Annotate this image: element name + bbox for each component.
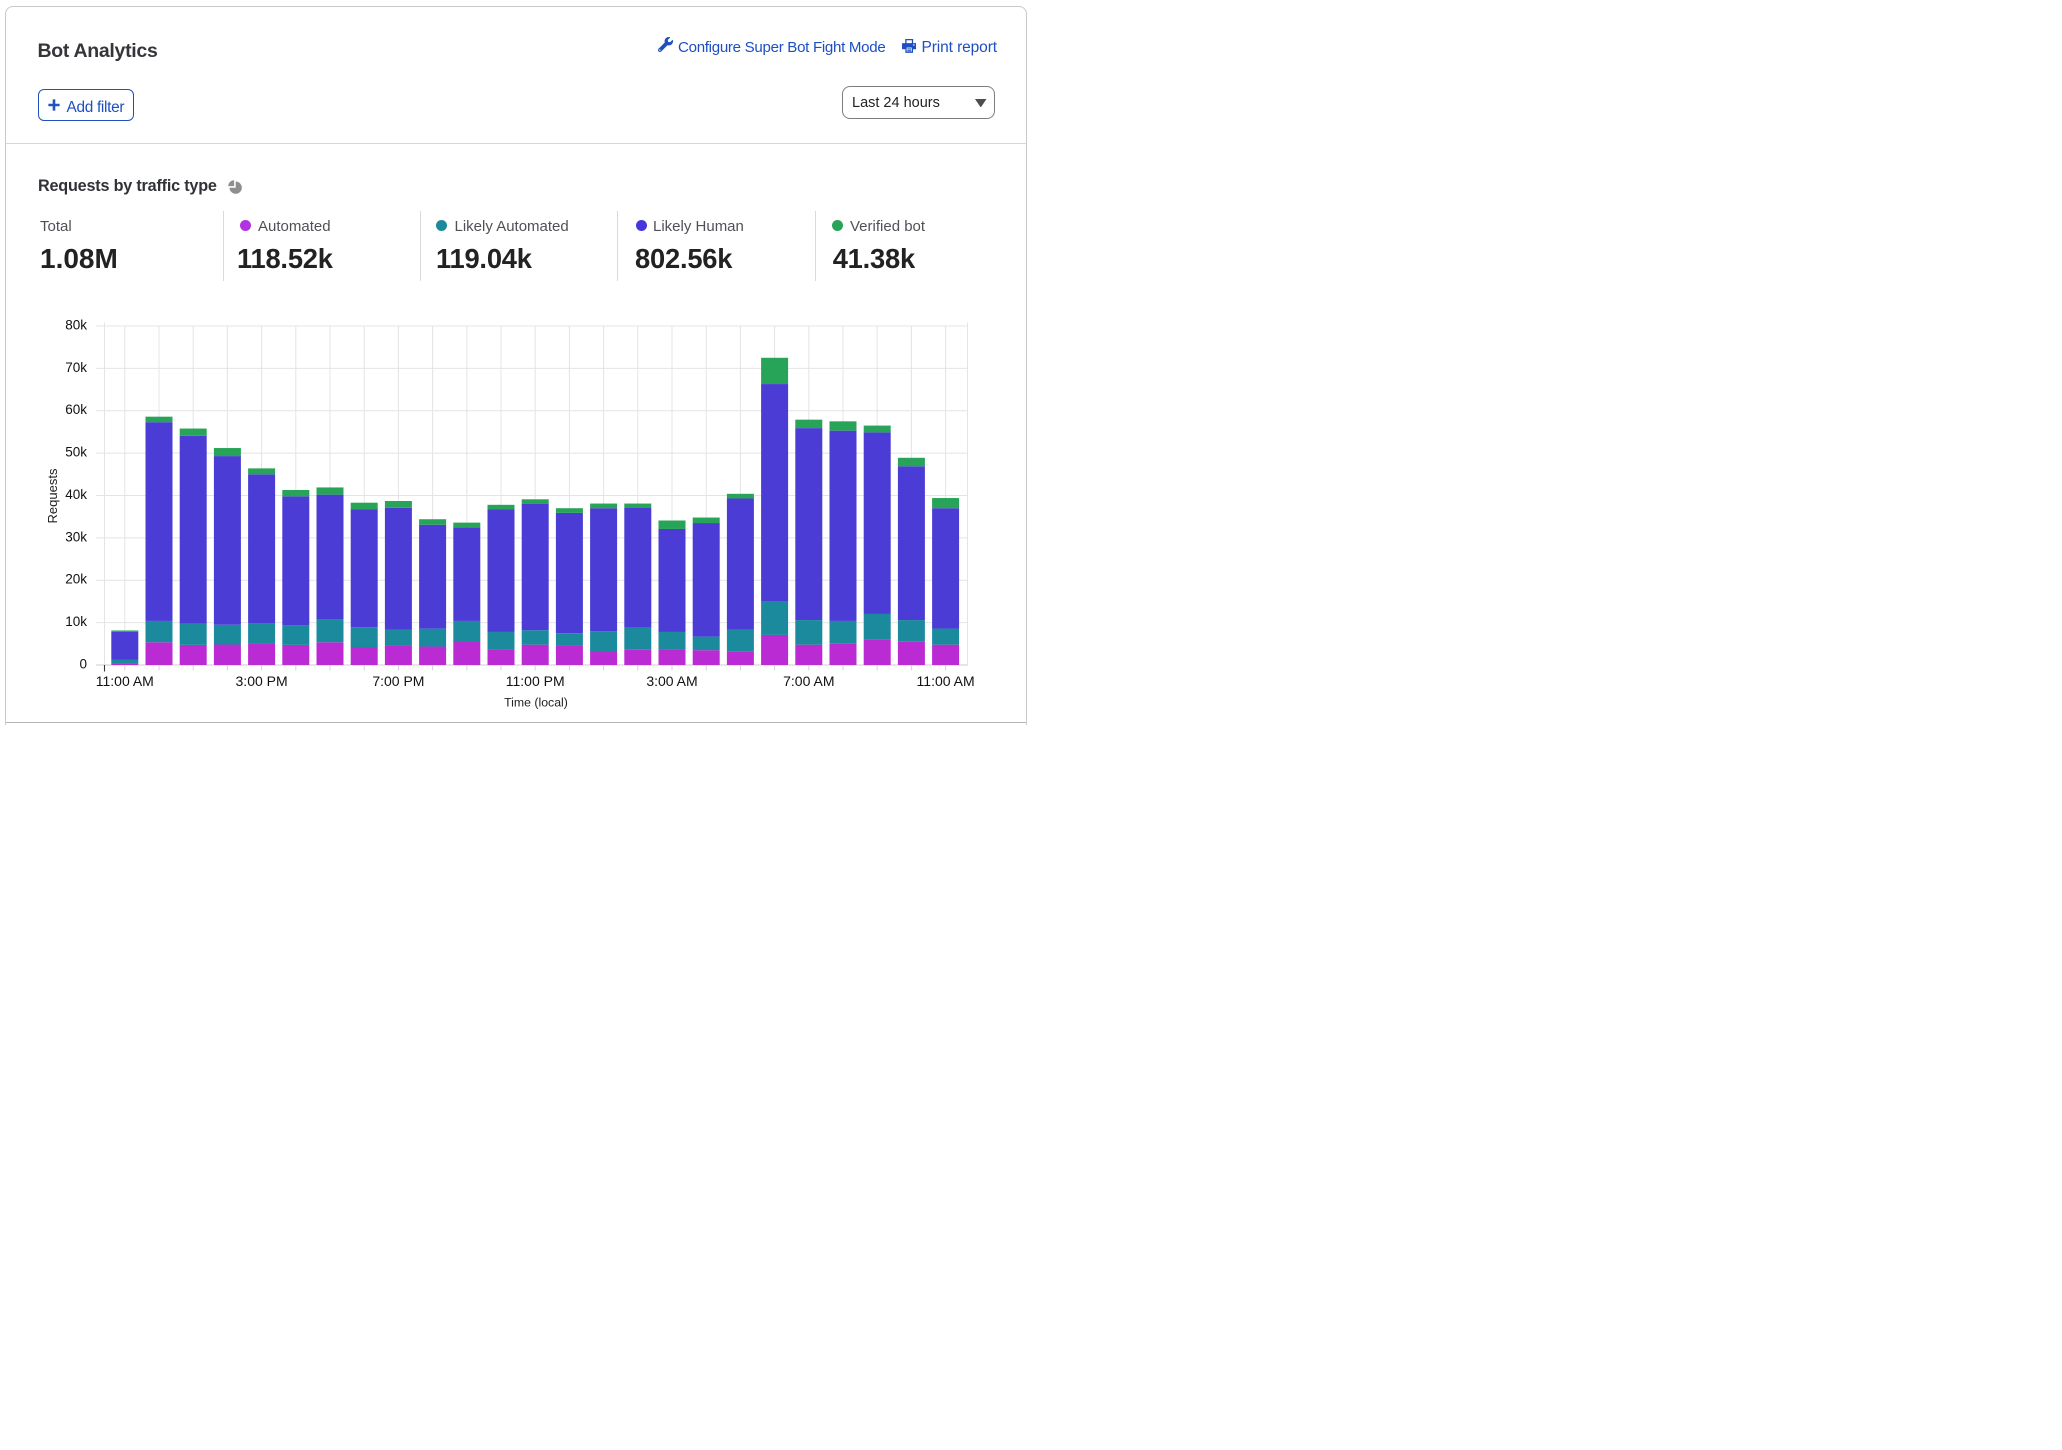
svg-text:7:00 PM: 7:00 PM — [372, 673, 424, 689]
svg-text:20k: 20k — [65, 572, 87, 587]
svg-text:Time (local): Time (local) — [504, 696, 568, 710]
svg-text:0: 0 — [79, 656, 87, 671]
svg-text:50k: 50k — [65, 445, 87, 460]
svg-text:Requests: Requests — [45, 468, 60, 523]
svg-text:11:00 AM: 11:00 AM — [96, 673, 154, 689]
svg-text:11:00 PM: 11:00 PM — [506, 673, 565, 689]
svg-text:11:00 AM: 11:00 AM — [917, 673, 975, 689]
svg-text:40k: 40k — [65, 487, 87, 502]
svg-text:3:00 AM: 3:00 AM — [646, 673, 697, 689]
svg-text:10k: 10k — [65, 614, 87, 629]
svg-text:60k: 60k — [65, 402, 87, 417]
svg-text:7:00 AM: 7:00 AM — [783, 673, 834, 689]
svg-text:70k: 70k — [65, 360, 87, 375]
svg-text:3:00 PM: 3:00 PM — [236, 673, 288, 689]
svg-text:80k: 80k — [65, 317, 87, 332]
svg-text:30k: 30k — [65, 529, 87, 544]
